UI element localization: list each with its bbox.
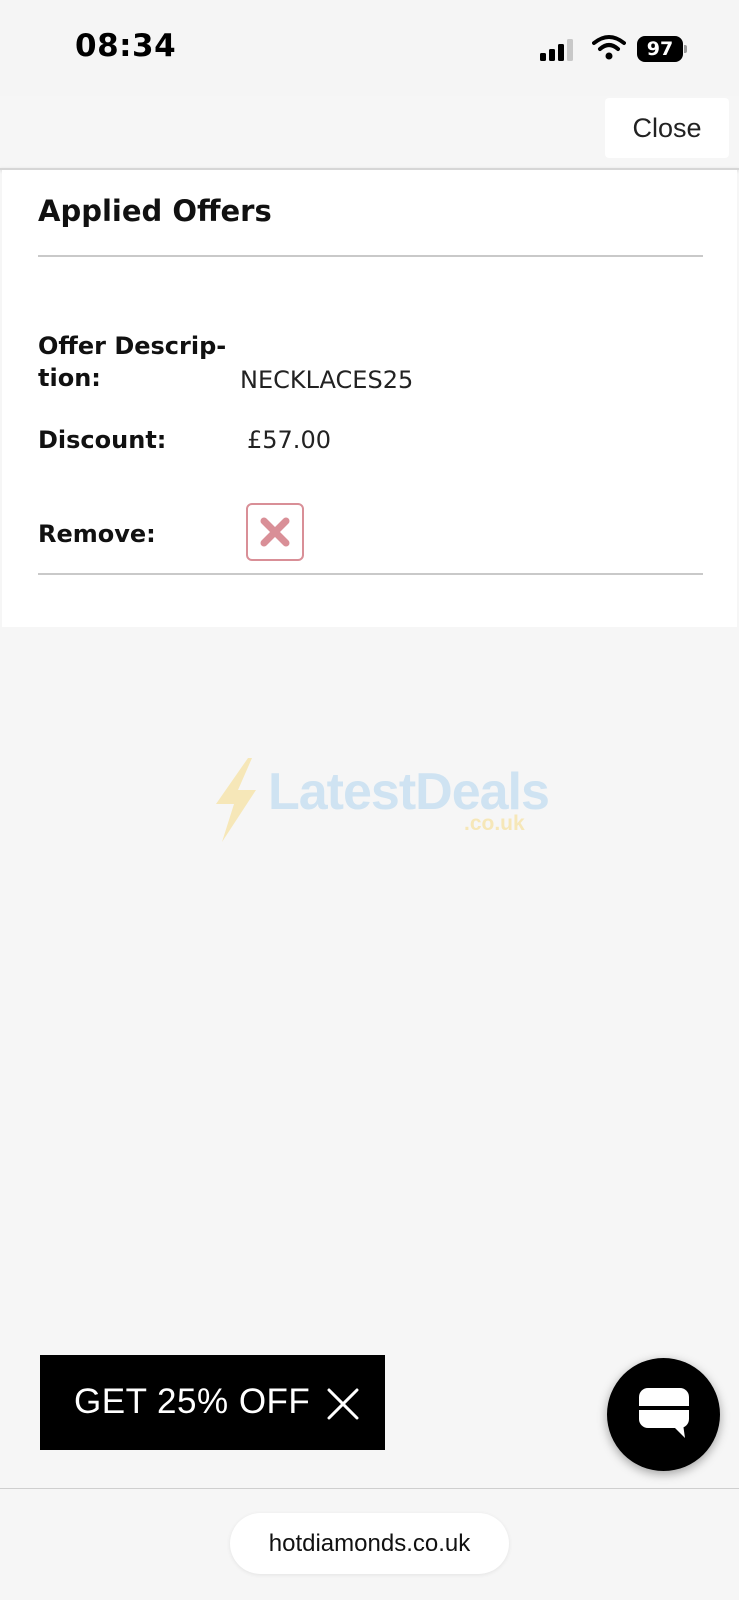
discount-label: Discount: <box>38 426 167 454</box>
chat-button[interactable] <box>607 1358 720 1471</box>
battery-level: 97 <box>637 36 683 62</box>
url-bar[interactable]: hotdiamonds.co.uk <box>230 1513 509 1574</box>
cellular-signal-icon <box>540 37 578 61</box>
latestdeals-watermark: LatestDeals .co.uk <box>210 756 550 846</box>
watermark-brand: LatestDeals <box>268 763 550 821</box>
remove-label: Remove: <box>38 520 156 548</box>
status-time: 08:34 <box>75 28 177 64</box>
applied-offers-panel: Applied Offers Offer Descrip- tion: NECK… <box>2 170 737 627</box>
close-icon[interactable] <box>326 1387 360 1421</box>
offer-description-value: NECKLACES25 <box>240 366 414 394</box>
chat-icon <box>639 1388 689 1438</box>
discount-value: £57.00 <box>247 426 331 454</box>
offer-description-label: Offer Descrip- tion: <box>38 332 227 392</box>
browser-divider <box>0 1488 739 1489</box>
lightning-bolt-icon <box>216 758 256 842</box>
promo-label: GET 25% OFF <box>74 1382 311 1421</box>
watermark-domain: .co.uk <box>464 812 525 835</box>
remove-offer-button[interactable] <box>246 503 304 561</box>
title-divider <box>38 255 703 257</box>
x-icon <box>260 517 290 547</box>
close-button[interactable]: Close <box>605 98 729 158</box>
battery-icon: 97 <box>637 36 687 62</box>
status-bar: 08:34 97 <box>0 0 739 96</box>
bottom-divider <box>38 573 703 575</box>
wifi-icon <box>592 34 626 60</box>
promo-banner[interactable]: GET 25% OFF <box>40 1355 385 1450</box>
panel-title: Applied Offers <box>38 194 272 228</box>
